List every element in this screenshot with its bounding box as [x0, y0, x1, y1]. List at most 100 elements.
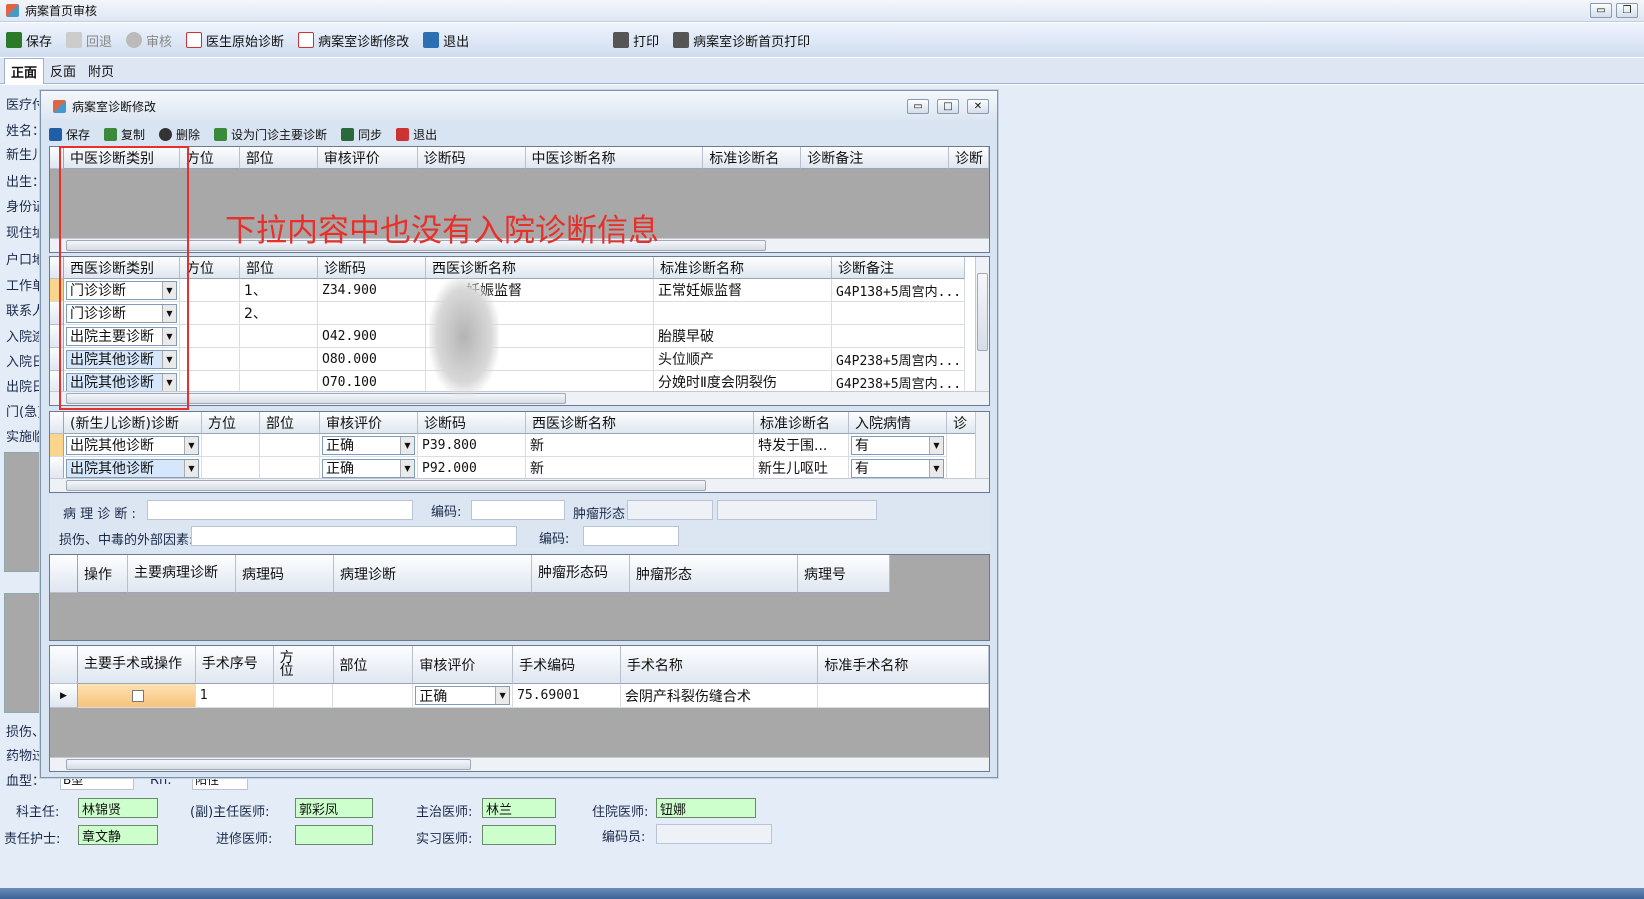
code-cell[interactable]: P39.800 [418, 434, 526, 457]
std-name-cell[interactable]: 正常妊娠监督 [654, 279, 832, 302]
op-name[interactable]: 会阴产科裂伤缝合术 [620, 684, 819, 708]
vice-director-field[interactable]: 郭彩凤 [295, 798, 373, 818]
pathology-input[interactable] [147, 500, 413, 520]
name-cell[interactable]: 新 [526, 457, 754, 480]
col-header[interactable]: 病理诊断 [334, 555, 532, 593]
col-header[interactable]: 方位 [273, 646, 334, 684]
col-header[interactable]: 肿瘤形态码 [532, 555, 630, 593]
col-header[interactable]: 审核评价 [413, 646, 514, 684]
op-std[interactable] [818, 684, 989, 708]
part-cell[interactable] [260, 457, 320, 480]
col-header[interactable]: 肿瘤形态 [630, 555, 798, 593]
eval-cell[interactable]: 正确 ▼ [320, 434, 418, 457]
col-header[interactable]: 诊断码 [318, 257, 426, 279]
col-header[interactable]: 西医诊断名称 [526, 412, 754, 434]
pos-cell[interactable] [180, 325, 240, 348]
code-cell[interactable] [318, 302, 426, 325]
part-cell[interactable] [240, 348, 318, 371]
col-header[interactable]: 手术编码 [513, 646, 621, 684]
tab-front[interactable]: 正面 [4, 57, 45, 84]
table-row[interactable]: 门诊诊断▼1、Z34.900妊娠监督正常妊娠监督G4P138+5周宫内... [50, 279, 989, 302]
col-header[interactable]: 中医诊断名称 [525, 147, 704, 169]
code-cell[interactable]: O80.000 [318, 348, 426, 371]
table-row[interactable]: ▶ 1 正确 ▼ 75.69001 会阴产科裂伤缝合术 [50, 684, 989, 708]
chevron-down-icon[interactable]: ▼ [929, 459, 943, 477]
dialog-delete-button[interactable]: 删除 [159, 126, 200, 143]
table-row[interactable]: 出院其他诊断 ▼ 正确 ▼ P39.800 新特发于围... 有 ▼ [50, 434, 989, 457]
chevron-down-icon[interactable]: ▼ [400, 436, 414, 454]
chevron-down-icon[interactable]: ▼ [184, 459, 198, 477]
pos-cell[interactable] [180, 302, 240, 325]
admission-cond-select[interactable]: 有 ▼ [851, 458, 944, 478]
col-header[interactable]: 诊断码 [418, 412, 526, 434]
chevron-down-icon[interactable]: ▼ [929, 436, 943, 454]
nurse-field[interactable]: 章文静 [78, 825, 158, 845]
main-op-checkbox-cell[interactable] [78, 684, 196, 708]
table-row[interactable]: 出院其他诊断 ▼ 正确 ▼ P92.000 新新生儿呕吐有 ▼ [50, 457, 989, 480]
code-cell[interactable]: Z34.900 [318, 279, 426, 302]
op-pos[interactable] [273, 684, 334, 708]
col-header[interactable]: 审核评价 [320, 412, 418, 434]
admission-cond-select[interactable]: 有 ▼ [851, 435, 944, 455]
col-header[interactable]: 部位 [333, 646, 414, 684]
pos-cell[interactable] [180, 279, 240, 302]
col-header[interactable]: (新生儿诊断)诊断 [64, 412, 202, 434]
nb-type-select[interactable]: 出院其他诊断 ▼ [66, 435, 199, 455]
code-cell[interactable]: O42.900 [318, 325, 426, 348]
col-header[interactable]: 标准诊断名 [703, 147, 802, 169]
col-header[interactable]: 诊断 [949, 147, 989, 169]
nb-horizontal-scrollbar[interactable] [50, 478, 989, 492]
nb-type-cell[interactable]: 出院其他诊断 ▼ [64, 434, 202, 457]
injury-input[interactable] [191, 526, 517, 546]
director-field[interactable]: 林锦贤 [78, 798, 158, 818]
intern-field[interactable] [482, 825, 556, 845]
dialog-close-button[interactable]: ✕ [967, 99, 989, 114]
col-header[interactable]: 入院病情 [849, 412, 947, 434]
part-cell[interactable]: 1、 [240, 279, 318, 302]
trainee-field[interactable] [295, 825, 373, 845]
col-header[interactable]: 部位 [240, 257, 318, 279]
name-cell[interactable]: 新 [526, 434, 754, 457]
part-cell[interactable] [240, 325, 318, 348]
col-header[interactable]: 诊断码 [417, 147, 526, 169]
col-header[interactable]: 标准诊断名称 [654, 257, 832, 279]
dialog-exit-button[interactable]: 退出 [396, 126, 437, 143]
note-cell[interactable]: G4P138+5周宫内... [832, 279, 965, 302]
std-name-cell[interactable] [654, 302, 832, 325]
pos-cell[interactable] [202, 434, 260, 457]
nb-type-select[interactable]: 出院其他诊断 ▼ [66, 458, 199, 478]
code-cell[interactable]: P92.000 [418, 457, 526, 480]
save-button[interactable]: 保存 [6, 31, 52, 50]
eval-select[interactable]: 正确 ▼ [322, 435, 415, 455]
admission-cond-cell[interactable]: 有 ▼ [849, 457, 947, 480]
col-header[interactable]: 操作 [78, 555, 128, 593]
op-eval-select[interactable]: 正确 ▼ [415, 686, 511, 705]
col-header[interactable]: 诊断备注 [832, 257, 965, 279]
col-header[interactable]: 手术名称 [620, 646, 819, 684]
dialog-maximize-button[interactable]: □ [937, 99, 959, 114]
part-cell[interactable] [260, 434, 320, 457]
checkbox[interactable] [132, 689, 145, 702]
nb-type-cell[interactable]: 出院其他诊断 ▼ [64, 457, 202, 480]
std-name-cell[interactable]: 特发于围... [754, 434, 849, 457]
table-row[interactable]: 出院主要诊断 ▼ O42.900 胎膜早破 [50, 325, 989, 348]
table-row[interactable]: 门诊诊断 ▼ 2、 [50, 302, 989, 325]
tumor-input[interactable] [627, 500, 713, 520]
set-main-diagnosis-button[interactable]: 设为门诊主要诊断 [214, 126, 327, 143]
col-header[interactable]: 方位 [180, 257, 240, 279]
injury-code-input[interactable] [583, 526, 679, 546]
resident-field[interactable]: 钮娜 [656, 798, 756, 818]
table-row[interactable]: 出院其他诊断 ▼ O80.000 头位顺产 G4P238+5周宫内... [50, 348, 989, 371]
room-diagnosis-edit-button[interactable]: 病案室诊断修改 [298, 31, 409, 50]
dialog-copy-button[interactable]: 复制 [104, 126, 145, 143]
eval-cell[interactable]: 正确 ▼ [320, 457, 418, 480]
dialog-minimize-button[interactable]: ▭ [907, 99, 929, 114]
op-part[interactable] [333, 684, 414, 708]
col-header[interactable]: 审核评价 [317, 147, 418, 169]
coder-field[interactable] [656, 824, 772, 844]
col-header[interactable]: 标准手术名称 [818, 646, 989, 684]
back-button[interactable]: 回退 [66, 31, 112, 50]
op-code[interactable]: 75.69001 [513, 684, 621, 708]
col-header[interactable]: 主要病理诊断 [128, 555, 236, 593]
nb-vertical-scrollbar[interactable] [975, 412, 989, 478]
